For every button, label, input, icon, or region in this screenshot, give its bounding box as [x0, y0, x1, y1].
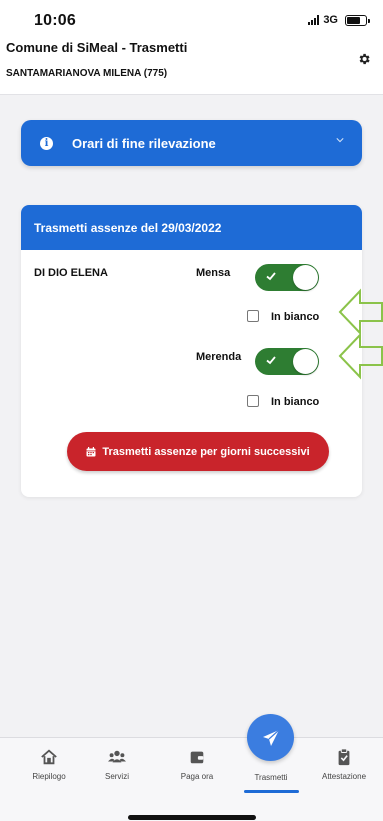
clipboard-check-icon: [338, 748, 350, 766]
user-subtitle: SANTAMARIANOVA MILENA (775): [6, 68, 168, 79]
merenda-toggle[interactable]: [255, 348, 319, 375]
home-icon: [41, 749, 57, 765]
annotation-arrow-icon: [338, 332, 383, 380]
trasmetti-giorni-successivi-button[interactable]: Trasmetti assenze per giorni successivi: [67, 432, 329, 471]
tab-riepilogo[interactable]: Riepilogo: [14, 738, 84, 781]
person-name: DI DIO ELENA: [34, 267, 108, 279]
annotation-arrow-icon: [338, 288, 383, 336]
tab-label: Riepilogo: [32, 772, 66, 781]
bottom-tab-bar: Riepilogo Servizi Paga ora Attestazione: [0, 737, 383, 821]
tab-label: Servizi: [104, 772, 129, 781]
info-icon: i: [40, 136, 53, 150]
service-label-mensa: Mensa: [196, 267, 231, 279]
calendar-icon: [86, 446, 96, 456]
users-icon: [108, 750, 126, 763]
status-indicators: 3G: [308, 14, 370, 26]
page-title: Comune di SiMeal - Trasmetti: [6, 40, 188, 55]
merenda-in-bianco-checkbox[interactable]: [247, 395, 259, 407]
tab-label: Paga ora: [180, 772, 214, 781]
tab-attestazione[interactable]: Attestazione: [309, 738, 379, 781]
tab-label: Attestazione: [321, 772, 367, 781]
service-label-merenda: Merenda: [196, 351, 242, 363]
check-icon: [266, 272, 276, 281]
wallet-icon: [190, 751, 204, 764]
battery-icon: [345, 14, 370, 26]
tab-servizi[interactable]: Servizi: [82, 738, 152, 781]
merenda-in-bianco-label: In bianco: [271, 396, 320, 408]
chevron-down-icon: [336, 138, 344, 143]
tab-paga-ora[interactable]: Paga ora: [162, 738, 232, 781]
button-label: Trasmetti assenze per giorni successivi: [102, 445, 310, 458]
toggle-knob: [293, 349, 318, 374]
app-header: 10:06 3G Comune di SiMeal - Trasmetti SA…: [0, 0, 383, 95]
signal-icon: [308, 15, 320, 25]
accordion-label: Orari di fine rilevazione: [72, 135, 216, 151]
network-label: 3G: [323, 14, 338, 26]
home-indicator[interactable]: [128, 815, 256, 820]
paper-plane-icon: [262, 729, 279, 746]
mensa-toggle[interactable]: [255, 264, 319, 291]
mensa-in-bianco-label: In bianco: [271, 311, 320, 323]
toggle-knob: [293, 265, 318, 290]
fine-rilevazione-accordion[interactable]: i Orari di fine rilevazione: [21, 120, 362, 166]
check-icon: [266, 356, 276, 365]
status-time: 10:06: [34, 12, 76, 29]
active-tab-indicator: [244, 790, 299, 793]
card-title: Trasmetti assenze del 29/03/2022: [21, 205, 362, 250]
gear-icon[interactable]: [357, 52, 371, 66]
tab-label-active: Trasmetti: [254, 773, 288, 782]
mensa-in-bianco-checkbox[interactable]: [247, 310, 259, 322]
absence-card: Trasmetti assenze del 29/03/2022 DI DIO …: [21, 205, 362, 497]
tab-trasmetti[interactable]: [247, 714, 294, 761]
